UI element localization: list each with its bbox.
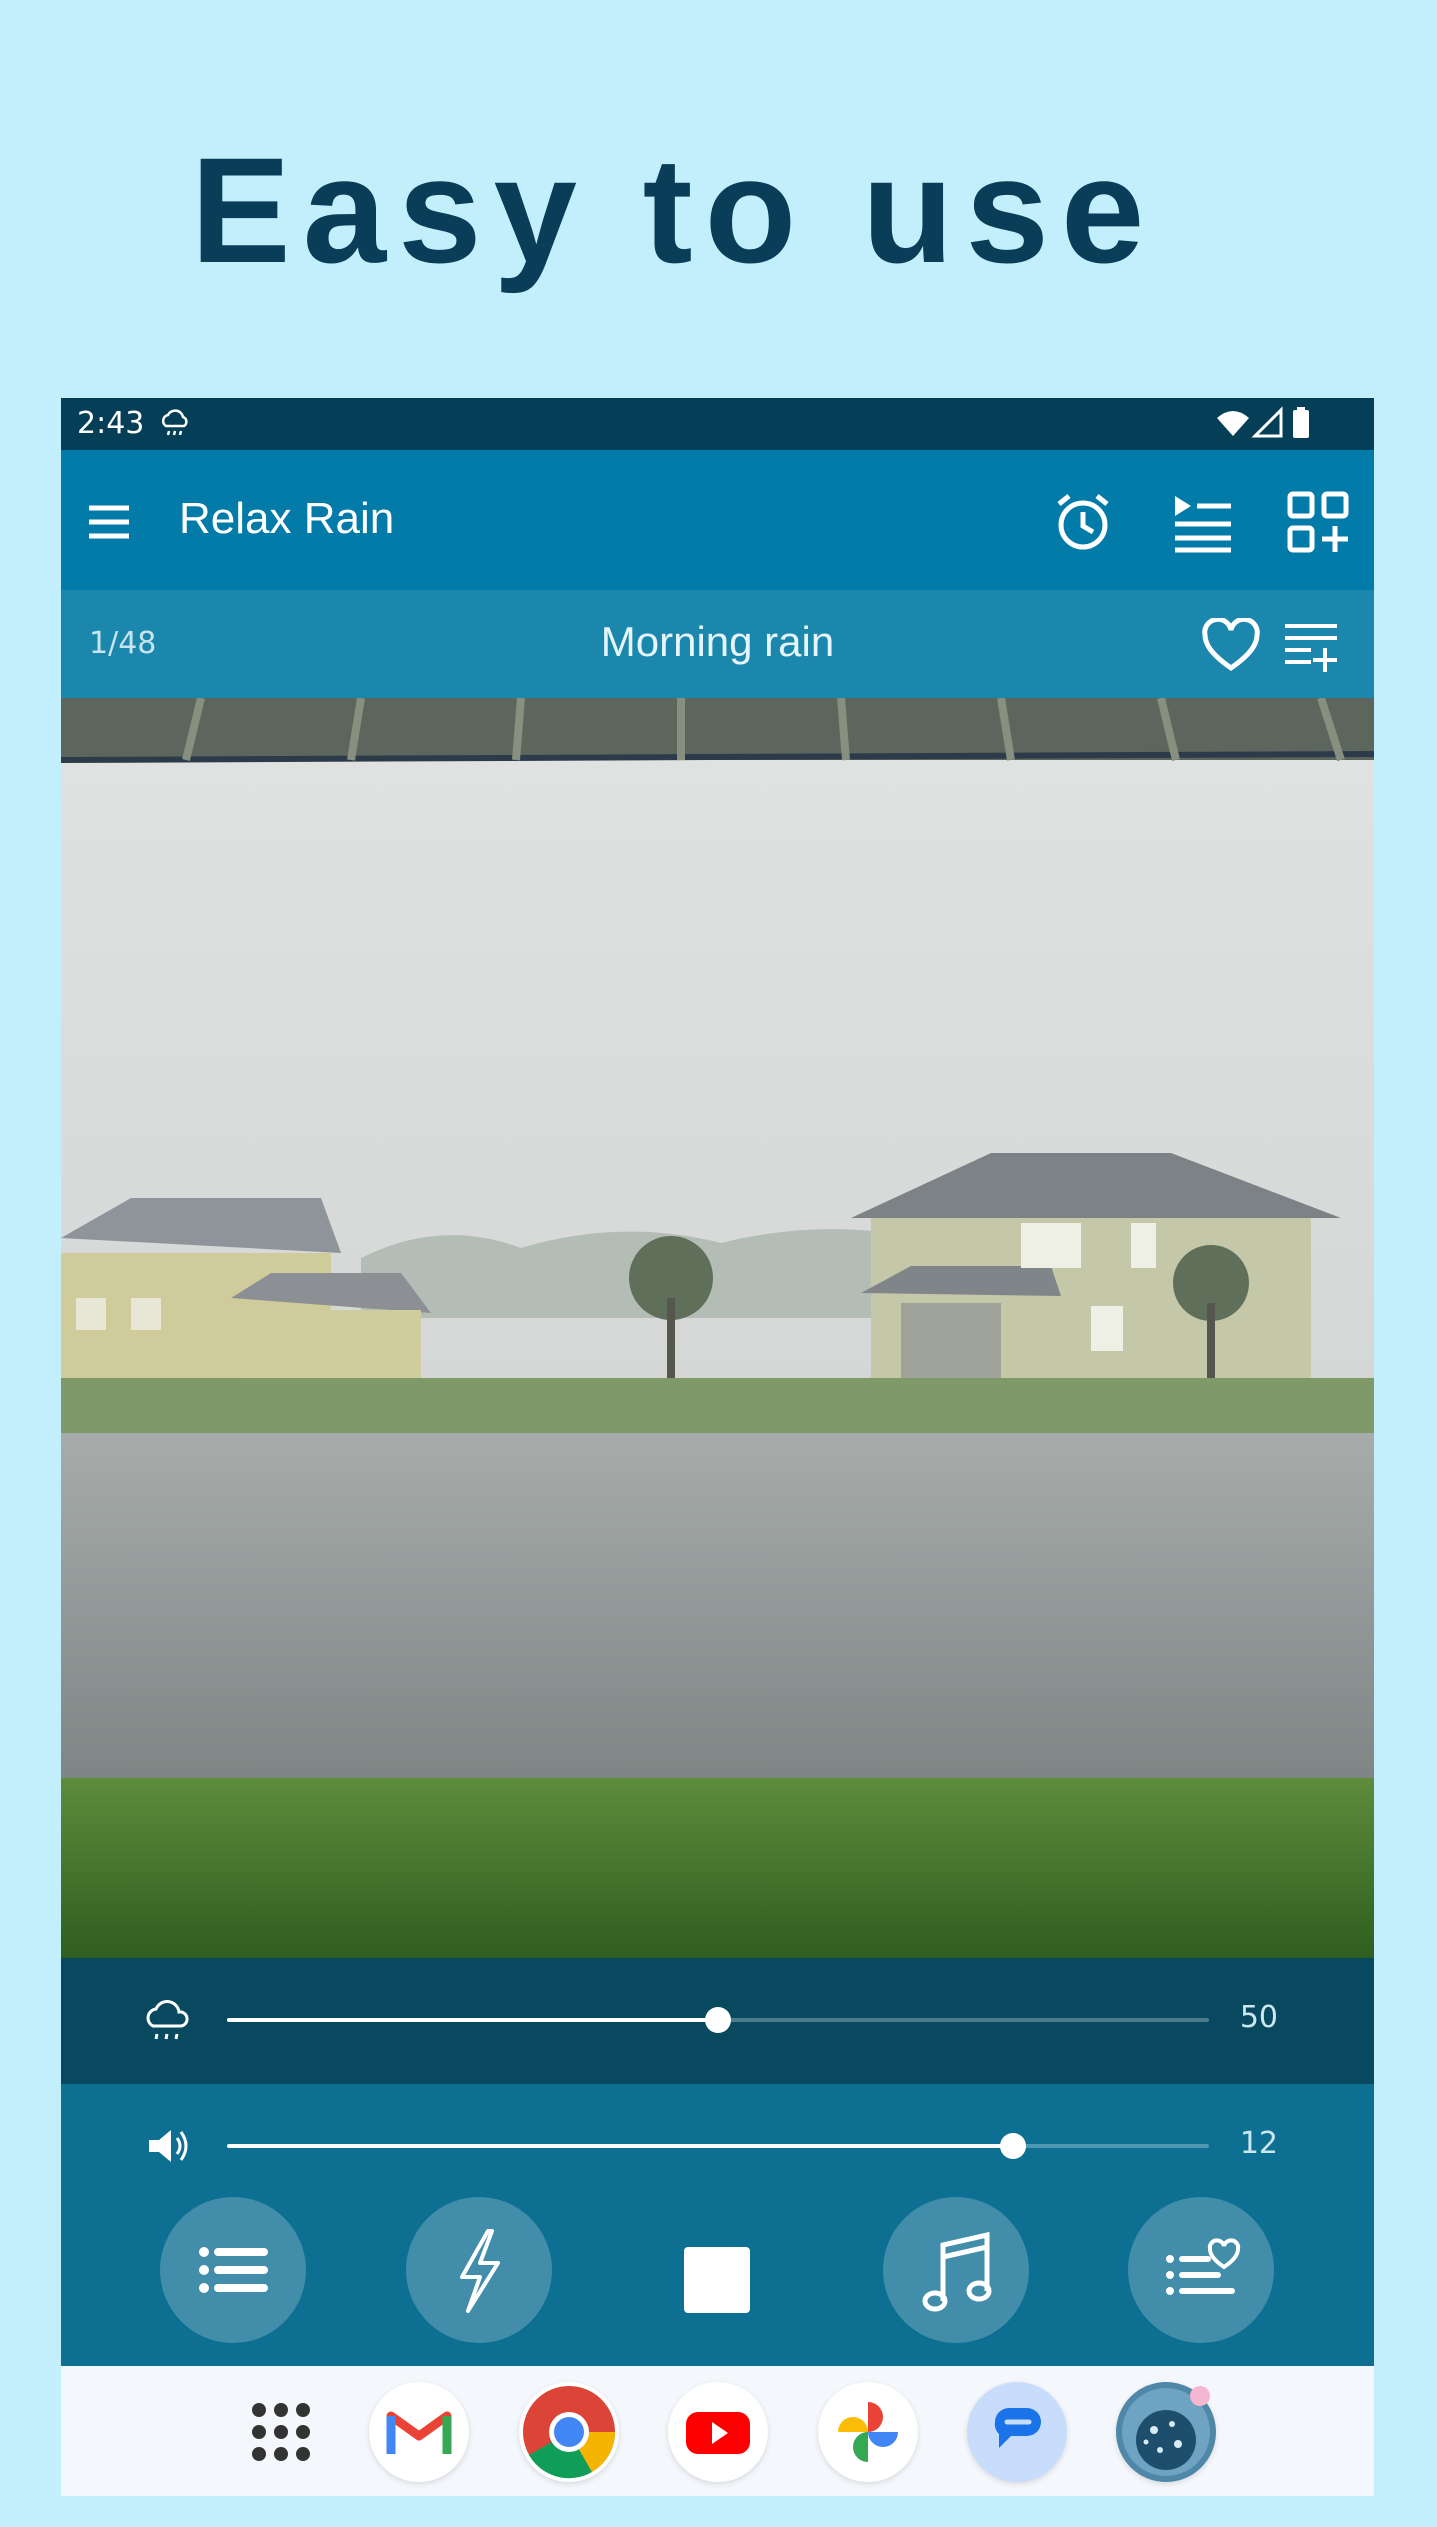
rain-cloud-icon [161,409,188,436]
music-note-icon [922,2231,992,2312]
chrome-icon[interactable] [519,2382,619,2482]
favorites-list-icon [1166,2238,1241,2295]
phone-screen: 2:43 Relax Rain 1/48 Morning rain 50 12 [61,398,1374,2496]
volume-slider-track[interactable] [227,2133,1209,2159]
list-button[interactable] [160,2197,306,2343]
battery-icon [1293,407,1309,438]
volume-slider[interactable]: 12 [61,2116,1374,2176]
playlist-play-icon[interactable] [1171,490,1235,554]
signal-icon [1251,406,1283,438]
apps-grid-icon[interactable] [231,2382,331,2482]
volume-slider-value: 12 [1239,2126,1278,2161]
app-dock [61,2366,1374,2496]
rain-cloud-icon [146,2000,189,2040]
heart-icon[interactable] [1201,618,1261,674]
music-button[interactable] [883,2197,1029,2343]
track-name: Morning rain [600,618,835,665]
app-title: Relax Rain [179,494,395,543]
playlist-add-icon[interactable] [1281,618,1341,674]
lightning-icon [460,2229,500,2313]
volume-slider-thumb[interactable] [999,2133,1026,2159]
volume-icon [149,2130,188,2162]
stop-button[interactable] [684,2247,750,2313]
rain-intensity-panel: 50 [61,1958,1374,2084]
rain-scene-image [61,698,1374,1958]
app-bar: Relax Rain [61,450,1374,590]
rain-intensity-slider[interactable]: 50 [61,1990,1374,2050]
relax-rain-app-icon[interactable] [1116,2382,1216,2482]
status-bar: 2:43 [61,398,1374,450]
photos-icon[interactable] [818,2382,918,2482]
rain-slider-track[interactable] [227,2007,1209,2033]
list-icon [199,2247,268,2293]
favorites-list-button[interactable] [1128,2197,1274,2343]
add-widget-icon[interactable] [1286,490,1350,554]
rain-slider-thumb[interactable] [705,2007,731,2033]
gmail-icon[interactable] [369,2382,469,2482]
volume-slider-fill [227,2144,1013,2148]
rain-slider-value: 50 [1239,2000,1278,2035]
messages-icon[interactable] [967,2382,1067,2482]
wifi-icon [1217,411,1249,436]
thunder-button[interactable] [406,2197,552,2343]
rain-slider-fill [227,2018,718,2022]
menu-icon[interactable] [77,490,141,554]
youtube-icon[interactable] [668,2382,768,2482]
track-bar: 1/48 Morning rain [61,590,1374,698]
headline: Easy to use [190,126,1157,294]
status-time: 2:43 [77,406,145,441]
alarm-clock-icon[interactable] [1051,490,1115,554]
